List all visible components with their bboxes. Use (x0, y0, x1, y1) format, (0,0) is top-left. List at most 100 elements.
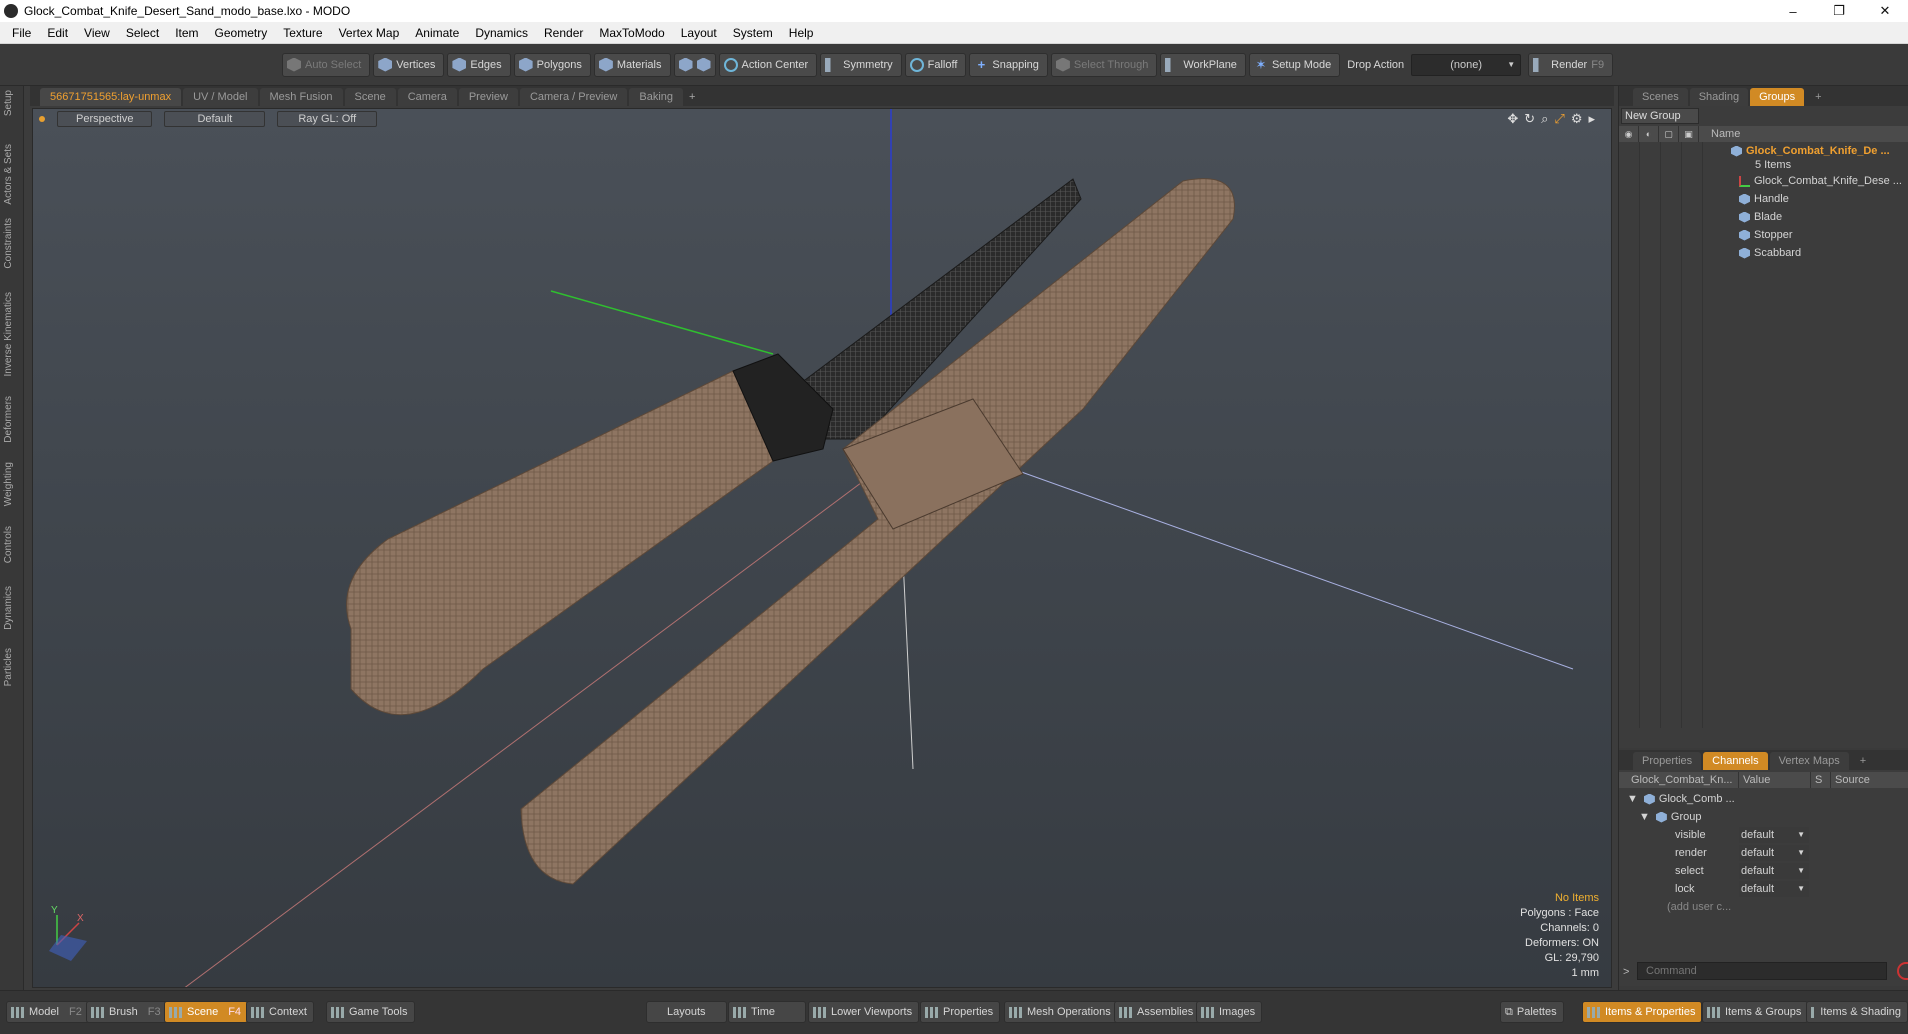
tab-camera[interactable]: Camera (397, 88, 457, 106)
command-input[interactable] (1637, 962, 1887, 980)
auto-select-button[interactable]: Auto Select (282, 52, 371, 77)
tab-inverse-kinematics[interactable]: Inverse Kinematics (3, 292, 14, 376)
tab-baking[interactable]: Baking (629, 88, 684, 106)
menu-layout[interactable]: Layout (673, 22, 725, 44)
properties-button[interactable]: Properties (920, 1001, 1001, 1023)
render-col-icon[interactable]: ◐ (1639, 126, 1659, 142)
brush-layout-button[interactable]: Brush F3 (86, 1001, 168, 1023)
channels-col-value[interactable]: Value (1739, 772, 1811, 788)
pan-icon[interactable]: ✥ (1507, 111, 1518, 127)
channel-value-select[interactable]: default ▼ (1739, 827, 1809, 843)
add-panel-tab-button[interactable]: + (1806, 88, 1830, 106)
tab-channels[interactable]: Channels (1703, 752, 1768, 770)
tab-camera-preview[interactable]: Camera / Preview (519, 88, 628, 106)
snapping-button[interactable]: + Snapping (969, 52, 1048, 77)
tab-layout-unmax[interactable]: 56671751565:lay-unmax (40, 88, 182, 106)
tab-scene[interactable]: Scene (344, 88, 396, 106)
tab-dynamics[interactable]: Dynamics (3, 586, 14, 630)
add-channels-tab-button[interactable]: + (1851, 752, 1875, 770)
menu-geometry[interactable]: Geometry (207, 22, 276, 44)
visibility-col-icon[interactable]: ◉ (1619, 126, 1639, 142)
channel-value-select[interactable]: default ▼ (1739, 881, 1809, 897)
menu-animate[interactable]: Animate (407, 22, 467, 44)
edges-button[interactable]: Edges (447, 52, 511, 77)
channel-row[interactable]: render default ▼ (1619, 844, 1908, 862)
images-button[interactable]: Images (1196, 1001, 1263, 1023)
items-properties-button[interactable]: Items & Properties (1582, 1001, 1703, 1023)
tree-item-row[interactable]: Handle (1619, 190, 1908, 208)
menu-view[interactable]: View (76, 22, 118, 44)
tab-preview[interactable]: Preview (458, 88, 518, 106)
menu-texture[interactable]: Texture (275, 22, 330, 44)
assemblies-button[interactable]: Assemblies (1114, 1001, 1201, 1023)
gear-icon[interactable]: ⚙ (1571, 111, 1583, 127)
channel-value-select[interactable]: default ▼ (1739, 863, 1809, 879)
tab-mesh-fusion[interactable]: Mesh Fusion (259, 88, 343, 106)
tab-scenes[interactable]: Scenes (1633, 88, 1688, 106)
channels-col-source[interactable]: Source (1831, 772, 1908, 788)
menu-help[interactable]: Help (781, 22, 822, 44)
zoom-icon[interactable]: ⌕ (1541, 111, 1548, 127)
add-tab-button[interactable]: + (685, 88, 699, 106)
channels-col-s[interactable]: S (1811, 772, 1831, 788)
tree-item-row[interactable]: Blade (1619, 208, 1908, 226)
tree-root-row[interactable]: Glock_Combat_Knife_De ... (1619, 144, 1908, 158)
game-tools-button[interactable]: Game Tools (326, 1001, 415, 1023)
scene-layout-button[interactable]: Scene F4 (164, 1001, 249, 1023)
menu-maxtomodo[interactable]: MaxToModo (591, 22, 672, 44)
menu-file[interactable]: File (4, 22, 39, 44)
vertices-button[interactable]: Vertices (373, 52, 445, 77)
menu-select[interactable]: Select (118, 22, 167, 44)
time-button[interactable]: Time (728, 1001, 807, 1023)
tab-uv-model[interactable]: UV / Model (183, 88, 258, 106)
menu-dynamics[interactable]: Dynamics (467, 22, 536, 44)
tree-item-row[interactable]: Glock_Combat_Knife_Dese ... (1619, 172, 1908, 190)
select-through-button[interactable]: Select Through (1050, 52, 1158, 77)
rotate-icon[interactable]: ↻ (1524, 111, 1535, 127)
falloff-button[interactable]: Falloff (904, 52, 967, 77)
close-button[interactable]: ✕ (1862, 0, 1908, 22)
layouts-button[interactable]: Layouts (646, 1001, 727, 1023)
tab-groups[interactable]: Groups (1750, 88, 1805, 106)
tab-controls[interactable]: Controls (3, 526, 14, 563)
select-col-icon[interactable]: ▣ (1679, 126, 1699, 142)
channel-value-select[interactable]: default ▼ (1739, 845, 1809, 861)
channel-row[interactable]: visible default ▼ (1619, 826, 1908, 844)
viewport-menu-dot-icon[interactable] (39, 116, 45, 122)
add-user-channel-row[interactable]: (add user c... (1619, 898, 1908, 916)
symmetry-button[interactable]: Symmetry (820, 52, 902, 77)
materials-button[interactable]: Materials (593, 52, 671, 77)
channel-row[interactable]: select default ▼ (1619, 862, 1908, 880)
tab-constraints[interactable]: Constraints (3, 218, 14, 269)
items-groups-button[interactable]: Items & Groups (1702, 1001, 1809, 1023)
mesh-operations-button[interactable]: Mesh Operations (1004, 1001, 1118, 1023)
expand-arrow-icon[interactable]: ▼ (1639, 811, 1650, 823)
tab-vertex-maps[interactable]: Vertex Maps (1769, 752, 1849, 770)
menu-edit[interactable]: Edit (39, 22, 76, 44)
restore-button[interactable]: ❐ (1816, 0, 1862, 22)
expand-arrow-icon[interactable]: ▼ (1627, 793, 1638, 805)
play-icon[interactable]: ▸ (1588, 111, 1595, 127)
tab-actors-sets[interactable]: Actors & Sets (3, 144, 14, 205)
menu-item[interactable]: Item (167, 22, 206, 44)
raygl-button[interactable]: Ray GL: Off (277, 111, 378, 127)
tab-particles[interactable]: Particles (3, 648, 14, 686)
items-shading-button[interactable]: Items & Shading (1806, 1001, 1908, 1023)
channels-group-row[interactable]: ▼ Group (1619, 808, 1908, 826)
new-group-button[interactable]: New Group (1621, 108, 1699, 124)
maximize-icon[interactable]: ⤢ (1554, 111, 1564, 127)
render-button[interactable]: Render F9 (1528, 52, 1614, 77)
drop-action-select[interactable]: (none) ▼ (1411, 53, 1522, 76)
model-layout-button[interactable]: Model F2 (6, 1001, 89, 1023)
3d-viewport[interactable]: Y X Perspective Default Ray GL: Off ✥ ↻ … (32, 108, 1612, 988)
channel-row[interactable]: lock default ▼ (1619, 880, 1908, 898)
tree-item-row[interactable]: Scabbard (1619, 244, 1908, 262)
tab-setup[interactable]: Setup (3, 90, 14, 116)
menu-system[interactable]: System (725, 22, 781, 44)
tab-deformers[interactable]: Deformers (3, 396, 14, 443)
lock-col-icon[interactable]: ▢ (1659, 126, 1679, 142)
menu-vertex-map[interactable]: Vertex Map (331, 22, 408, 44)
workplane-button[interactable]: WorkPlane (1160, 52, 1246, 77)
command-history-icon[interactable] (1897, 962, 1908, 980)
polygons-button[interactable]: Polygons (513, 52, 591, 77)
